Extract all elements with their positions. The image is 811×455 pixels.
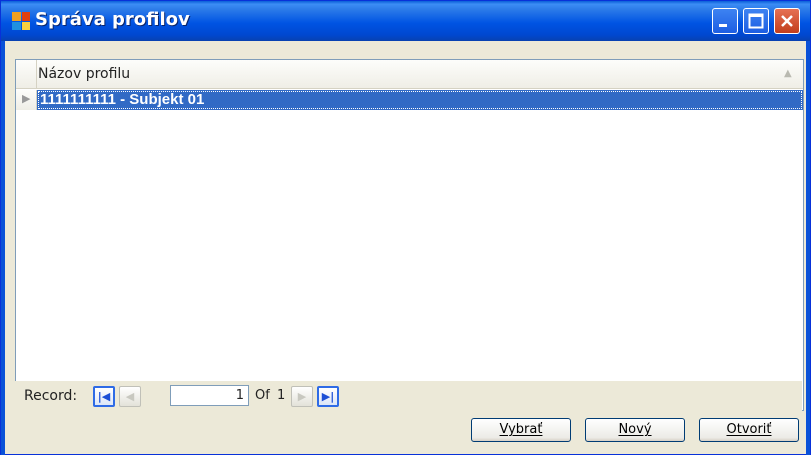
record-label: Record: [24, 388, 78, 404]
window-frame-right [806, 41, 810, 455]
maximize-icon [748, 13, 764, 29]
minimize-icon [719, 24, 727, 27]
record-position-input[interactable]: 1 [170, 385, 249, 406]
sort-arrow-icon: ▲ [784, 68, 792, 79]
first-record-icon: |◀ [97, 390, 111, 403]
profiles-grid[interactable]: Názov profilu ▲ ▶ 1111111111 - Subjekt 0… [15, 59, 804, 411]
grid-header: Názov profilu ▲ [16, 60, 803, 89]
app-window-icon [12, 12, 30, 30]
last-record-button[interactable]: ▶| [317, 386, 339, 407]
select-button[interactable]: Vybrať [471, 418, 571, 442]
of-label: Of [255, 388, 270, 403]
next-record-icon: ▶ [297, 390, 307, 403]
close-icon [781, 15, 793, 27]
first-record-button[interactable]: |◀ [93, 386, 115, 407]
record-navigator: Record: |◀ ◀ 1 Of 1 ▶ ▶| [15, 381, 802, 411]
next-record-button[interactable]: ▶ [291, 386, 313, 407]
column-header-profile-name[interactable]: Názov profilu [38, 66, 130, 82]
window-frame-left [1, 41, 5, 455]
previous-record-button[interactable]: ◀ [119, 386, 141, 407]
table-row[interactable]: ▶ 1111111111 - Subjekt 01 [16, 90, 803, 110]
maximize-button[interactable] [743, 8, 769, 34]
close-button[interactable] [774, 8, 800, 34]
last-record-icon: ▶| [321, 390, 335, 403]
open-button[interactable]: Otvoriť [699, 418, 799, 442]
title-bar[interactable]: Správa profilov [1, 1, 810, 41]
previous-record-icon: ◀ [125, 390, 135, 403]
row-header-corner [16, 60, 37, 88]
profile-name-cell[interactable]: 1111111111 - Subjekt 01 [37, 90, 803, 110]
window-title: Správa profilov [35, 9, 190, 30]
current-row-icon: ▶ [22, 92, 31, 105]
record-total: 1 [277, 388, 286, 403]
minimize-button[interactable] [712, 8, 738, 34]
new-button[interactable]: Nový [585, 418, 685, 442]
profile-manager-window: Správa profilov Názov profilu ▲ ▶ 111111… [0, 0, 811, 455]
profile-name-text: 1111111111 - Subjekt 01 [40, 91, 205, 108]
row-selector[interactable]: ▶ [16, 90, 37, 110]
